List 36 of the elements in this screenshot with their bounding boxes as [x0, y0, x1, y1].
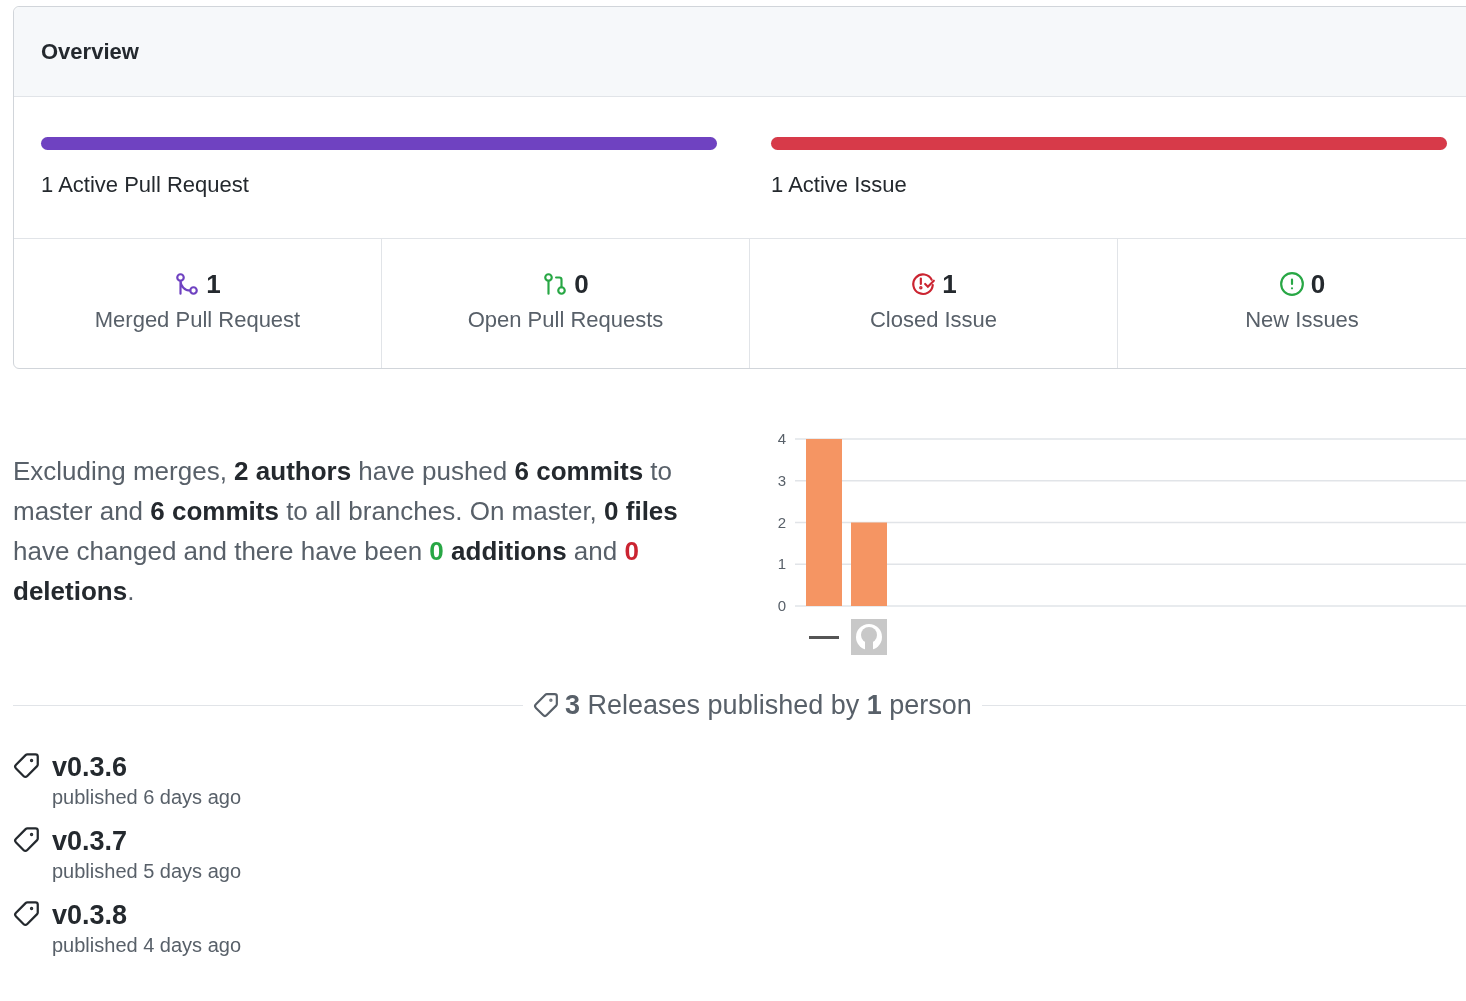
stat-label: Closed Issue — [869, 306, 998, 334]
closed-issue-icon — [910, 271, 937, 297]
axis-tick-label: 4 — [777, 430, 787, 447]
axis-tick-label: 2 — [777, 513, 787, 531]
release-date: published 6 days ago — [52, 784, 242, 810]
release-date: published 5 days ago — [52, 858, 242, 884]
release-link[interactable]: v0.3.6 — [52, 749, 242, 784]
card-title: Overview — [41, 38, 139, 66]
axis-tick-label: 3 — [777, 471, 787, 489]
progress-label: 1 Active Issue — [771, 171, 908, 199]
axis-tick-label: 1 — [777, 555, 787, 573]
axis-tick-label: 0 — [777, 597, 787, 614]
stat-count: 1 — [206, 271, 221, 297]
issue-icon — [1278, 271, 1305, 297]
stat-label: Merged Pull Request — [94, 306, 301, 334]
tag-icon — [533, 692, 559, 719]
stat-label: Open Pull Requests — [467, 306, 664, 334]
tag-icon — [13, 825, 40, 853]
releases-heading: 3 Releases published by 1 person — [565, 689, 972, 722]
stat-cell[interactable]: 0 Open Pull Requests — [382, 239, 750, 368]
stat-count: 0 — [574, 271, 589, 297]
stat-count: 1 — [942, 271, 957, 297]
stat-count: 0 — [1310, 271, 1326, 297]
stat-cell[interactable]: 1 Merged Pull Request — [14, 239, 382, 368]
tag-icon — [13, 899, 40, 927]
release-date: published 4 days ago — [52, 932, 242, 958]
merge-icon — [174, 271, 201, 297]
release-link[interactable]: v0.3.7 — [52, 823, 242, 858]
release-link[interactable]: v0.3.8 — [52, 897, 242, 932]
stat-cell[interactable]: 1 Closed Issue — [750, 239, 1118, 368]
progress-label: 1 Active Pull Request — [41, 171, 250, 199]
summary-text: Excluding merges, 2 authors have pushed 6 commits to master and 6 commits to all branches. On master, 0 files have changed and there have been 0 additions and 0 deletions. — [13, 455, 679, 608]
stat-label: New Issues — [1245, 306, 1359, 334]
tag-icon — [13, 751, 40, 779]
pull-request-icon — [542, 271, 569, 297]
stat-cell[interactable]: 0 New Issues — [1118, 239, 1466, 368]
